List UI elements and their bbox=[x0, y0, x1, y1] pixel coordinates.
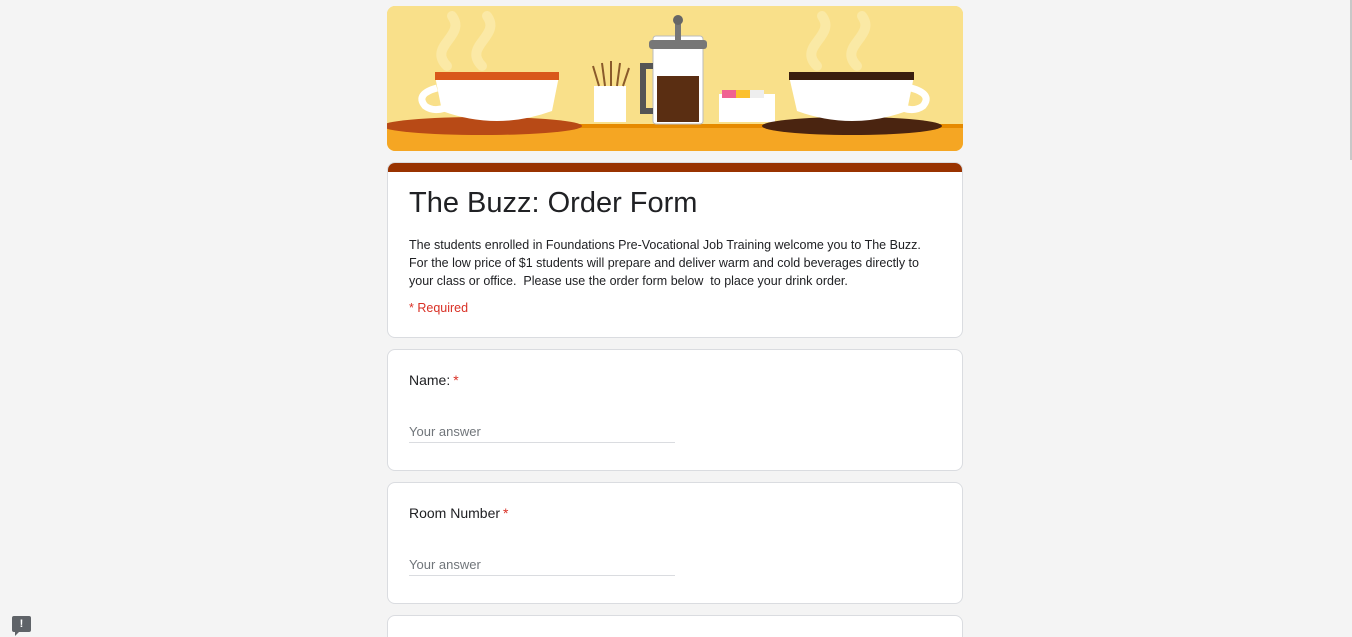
room-number-answer-input[interactable] bbox=[409, 553, 675, 576]
required-asterisk: * bbox=[453, 372, 459, 388]
form-page: The Buzz: Order Form The students enroll… bbox=[0, 0, 1352, 637]
question-card-room-number: Room Number * bbox=[387, 482, 963, 604]
form-title: The Buzz: Order Form bbox=[409, 187, 698, 219]
question-card-partial bbox=[387, 615, 963, 637]
title-card-body: The Buzz: Order Form The students enroll… bbox=[388, 172, 962, 337]
coffee-banner-illustration bbox=[387, 6, 963, 151]
form-title-card: The Buzz: Order Form The students enroll… bbox=[387, 162, 963, 338]
required-note: * Required bbox=[409, 301, 469, 315]
coffee-header-banner bbox=[387, 6, 963, 151]
form-column: The Buzz: Order Form The students enroll… bbox=[387, 6, 963, 637]
form-description: The students enrolled in Foundations Pre… bbox=[409, 238, 928, 288]
title-card-accent-bar bbox=[388, 163, 962, 172]
name-answer-input[interactable] bbox=[409, 420, 675, 443]
question-label-text: Room Number bbox=[409, 505, 501, 521]
required-asterisk: * bbox=[503, 505, 509, 521]
question-label-name: Name: * bbox=[409, 372, 459, 388]
question-label-text: Name: bbox=[409, 372, 451, 388]
report-icon[interactable]: ! bbox=[12, 616, 31, 636]
question-label-room-number: Room Number * bbox=[409, 505, 508, 521]
question-card-name: Name: * bbox=[387, 349, 963, 471]
